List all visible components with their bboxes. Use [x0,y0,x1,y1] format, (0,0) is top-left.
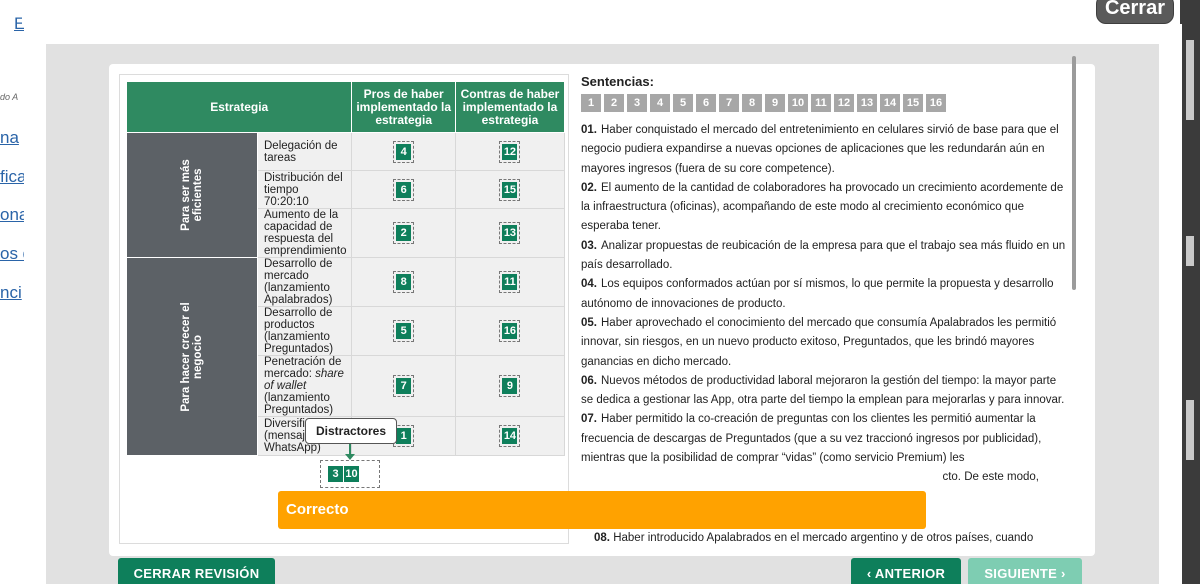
strategy-text: (lanzamiento Preguntados) [264,392,334,416]
strategy-cell: Desarrollo de productos (lanzamiento Pre… [256,306,353,356]
sentence-chip[interactable]: 7 [396,378,412,394]
sentence-chip[interactable]: 11 [502,274,518,290]
sentence-chip[interactable]: 6 [396,181,412,198]
sentence-item: 02. El aumento de la cantidad de colabora… [581,181,1064,233]
edge-strip [1186,400,1194,460]
pro-drop-zone[interactable]: 5 [351,306,456,356]
sentence-list: 01. Haber conquistado el mercado del entr… [581,121,1069,488]
strategy-cell: Aumento de la capacidad de respuesta del… [256,208,353,258]
sentence-number[interactable]: 5 [673,94,693,112]
strategy-cell: Delegación de tareas [256,132,353,171]
pro-drop-zone[interactable]: 4 [351,132,456,171]
previous-label: ANTERIOR [874,566,946,581]
group-label-efficiency: Para ser más eficientes [126,132,258,258]
sentence-number[interactable]: 14 [880,94,900,112]
next-label: SIGUIENTE [984,566,1058,581]
strategy-cell: Desarrollo de mercado (lanzamiento Apala… [256,257,353,307]
chevron-left-icon: ‹ [866,566,872,581]
sentence-chip[interactable]: 12 [502,143,518,160]
previous-button[interactable]: ‹ ANTERIOR [851,558,961,584]
sentence-chip[interactable]: 8 [396,274,412,290]
chevron-right-icon: › [1061,566,1066,581]
activity-card: Estrategia Pros de haber implementado la… [109,64,1095,556]
strategy-cell: Penetración de mercado: share of wallet … [256,355,353,417]
sentence-number[interactable]: 16 [926,94,946,112]
sentence-number[interactable]: 10 [788,94,808,112]
window-edge [1180,0,1200,584]
sentences-scrollbar[interactable] [1072,56,1076,290]
pro-drop-zone[interactable]: 7 [351,355,456,417]
pro-drop-zone[interactable]: 8 [351,257,456,307]
header-strategy: Estrategia [125,81,353,133]
sentence-number[interactable]: 11 [811,94,831,112]
sentence-chip[interactable]: 16 [502,323,518,339]
strategy-cell: Distribución del tiempo 70:20:10 [256,170,353,209]
con-drop-zone[interactable]: 16 [454,306,566,356]
sentence-chip[interactable]: 4 [396,143,412,160]
close-review-button[interactable]: CERRAR REVISIÓN [118,558,275,584]
sentence-number[interactable]: 8 [742,94,762,112]
sentences-title: Sentencias: [581,74,654,89]
sentence-chip[interactable]: 9 [502,378,518,394]
close-button[interactable]: Cerrar [1095,0,1174,24]
con-drop-zone[interactable]: 13 [454,208,566,258]
group-label-growth: Para hacer crecer el negocio [126,257,258,456]
pro-drop-zone[interactable]: 2 [351,208,456,258]
sentence-number[interactable]: 3 [627,94,647,112]
sentence-item: cto. De este modo, [942,471,1039,484]
header-cons: Contras de haber implementado la estrate… [454,81,566,133]
distractors-label: Distractores [305,418,397,444]
sentence-chip[interactable]: 13 [502,225,518,241]
sentence-chip[interactable]: 14 [502,428,518,444]
sentence-chip[interactable]: 1 [396,428,412,444]
sentence-item: 05. Haber aprovechado el conocimiento del… [581,316,1057,368]
sentence-number[interactable]: 7 [719,94,739,112]
sentence-item: 07. Haber permitido la co-creación de pre… [581,413,1042,465]
sentence-number[interactable]: 6 [696,94,716,112]
header-pros: Pros de haber implementado la estrategia [351,81,456,133]
sentence-item: 08. Haber introducido Apalabrados en el … [594,532,1034,544]
sentence-number[interactable]: 15 [903,94,923,112]
sentence-number[interactable]: 9 [765,94,785,112]
distractors-drop-zone[interactable]: 3 10 [320,460,380,488]
sentence-item: 06. Nuevos métodos de productividad labor… [581,374,1065,407]
sentences-panel: Sentencias: 1 2 3 4 5 6 7 8 9 10 11 12 1… [579,74,1087,546]
edge-strip [1186,236,1194,266]
strategy-table-panel: Estrategia Pros de haber implementado la… [119,74,569,544]
sentence-chip[interactable]: 2 [396,225,412,241]
sentence-item: 01. Haber conquistado el mercado del entr… [581,124,1059,175]
sentence-number-row: 1 2 3 4 5 6 7 8 9 10 11 12 13 14 15 16 [581,94,946,112]
background-text: do A [0,92,19,102]
sentence-number[interactable]: 12 [834,94,854,112]
feedback-toast: Correcto [278,491,926,529]
strategy-table: Estrategia Pros de haber implementado la… [125,81,566,456]
con-drop-zone[interactable]: 12 [454,132,566,171]
overlay-header: Cerrar [22,0,1200,24]
background-link[interactable]: fica [0,167,26,187]
pro-drop-zone[interactable]: 6 [351,170,456,209]
next-button[interactable]: SIGUIENTE › [968,558,1082,584]
con-drop-zone[interactable]: 11 [454,257,566,307]
background-link[interactable]: nci [0,283,22,303]
sentence-chip[interactable]: 5 [396,323,412,339]
edge-strip [1186,40,1194,120]
sentence-chip[interactable]: 10 [344,466,359,482]
sentence-number[interactable]: 13 [857,94,877,112]
sentence-number[interactable]: 2 [604,94,624,112]
sentence-item: 04. Los equipos conformados actúan por sí… [581,278,1054,310]
background-link[interactable]: na [0,128,19,148]
sentence-number[interactable]: 1 [581,94,601,112]
sentence-number[interactable]: 4 [650,94,670,112]
sentence-item: 03. Analizar propuestas de reubicación de… [581,239,1066,272]
sentence-chip[interactable]: 15 [502,181,518,198]
con-drop-zone[interactable]: 9 [454,355,566,417]
con-drop-zone[interactable]: 14 [454,416,566,456]
con-drop-zone[interactable]: 15 [454,170,566,209]
sentence-chip[interactable]: 3 [328,466,343,482]
